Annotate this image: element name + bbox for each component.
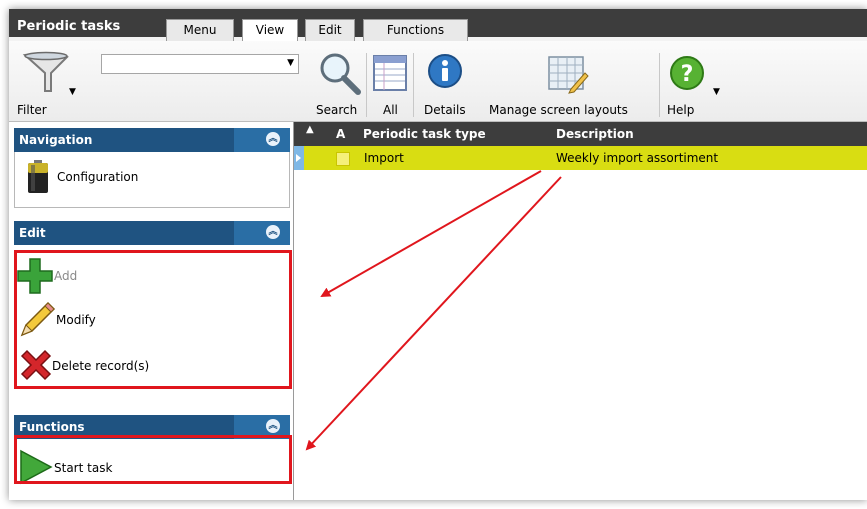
edit-highlight-box bbox=[14, 250, 292, 389]
details-button[interactable]: Details bbox=[421, 49, 477, 119]
filter-label: Filter bbox=[17, 103, 47, 117]
magnifier-icon bbox=[320, 53, 361, 95]
ribbon-toolbar: ▼ Filter ▼ Search All Details Manage scr… bbox=[9, 41, 867, 122]
grid-header: ▲ A Periodic task type Description bbox=[294, 122, 867, 146]
collapse-icon[interactable]: ︽ bbox=[266, 132, 280, 146]
title-tab-bar: Periodic tasks Menu View Edit Functions bbox=[9, 9, 867, 42]
navigation-panel-body: Configuration bbox=[14, 152, 290, 208]
table-icon bbox=[373, 55, 407, 91]
filter-select[interactable]: ▼ bbox=[101, 54, 299, 74]
all-button[interactable]: All bbox=[370, 49, 410, 119]
details-label: Details bbox=[424, 103, 466, 117]
table-row[interactable]: Import Weekly import assortiment bbox=[294, 146, 867, 170]
app-title: Periodic tasks bbox=[17, 19, 121, 34]
tab-edit[interactable]: Edit bbox=[305, 19, 355, 41]
search-button[interactable]: Search bbox=[313, 49, 365, 119]
collapse-icon[interactable]: ︽ bbox=[266, 225, 280, 239]
row-checkbox[interactable] bbox=[336, 152, 350, 166]
help-button[interactable]: ? ▼ Help bbox=[663, 49, 733, 119]
battery-icon bbox=[28, 160, 48, 193]
help-label: Help bbox=[667, 103, 695, 117]
app-window: Periodic tasks Menu View Edit Functions … bbox=[9, 9, 867, 500]
tab-menu[interactable]: Menu bbox=[166, 19, 234, 41]
row-selector[interactable] bbox=[294, 146, 304, 170]
functions-highlight-box bbox=[14, 435, 292, 484]
tab-functions[interactable]: Functions bbox=[363, 19, 468, 41]
svg-text:?: ? bbox=[681, 62, 694, 87]
periodic-tasks-grid: ▲ A Periodic task type Description Impor… bbox=[294, 122, 867, 500]
info-icon bbox=[428, 54, 462, 88]
search-label: Search bbox=[316, 103, 358, 117]
manage-layouts-label: Manage screen layouts bbox=[489, 103, 628, 117]
collapse-icon[interactable]: ︽ bbox=[266, 419, 280, 433]
configuration-link[interactable]: Configuration bbox=[19, 160, 219, 194]
all-label: All bbox=[383, 103, 398, 117]
column-header-task-type[interactable]: Periodic task type bbox=[363, 127, 486, 141]
sort-ascending-icon[interactable]: ▲ bbox=[306, 124, 314, 135]
tab-view[interactable]: View bbox=[242, 19, 298, 42]
funnel-icon bbox=[22, 51, 69, 92]
navigation-panel-header[interactable]: Navigation ︽ bbox=[14, 128, 290, 152]
column-header-description[interactable]: Description bbox=[556, 127, 634, 141]
chevron-down-icon: ▼ bbox=[287, 58, 294, 68]
task-type-cell: Import bbox=[364, 151, 404, 165]
chevron-down-icon: ▼ bbox=[69, 87, 76, 97]
grid-edit-icon bbox=[548, 56, 589, 94]
filter-button[interactable]: ▼ Filter bbox=[13, 49, 93, 117]
description-cell: Weekly import assortiment bbox=[556, 151, 719, 165]
edit-panel-header[interactable]: Edit ︽ bbox=[14, 221, 290, 245]
help-icon: ? bbox=[670, 56, 704, 90]
manage-layouts-button[interactable]: Manage screen layouts bbox=[485, 49, 655, 119]
chevron-down-icon: ▼ bbox=[713, 87, 720, 97]
column-header-a[interactable]: A bbox=[336, 127, 345, 141]
